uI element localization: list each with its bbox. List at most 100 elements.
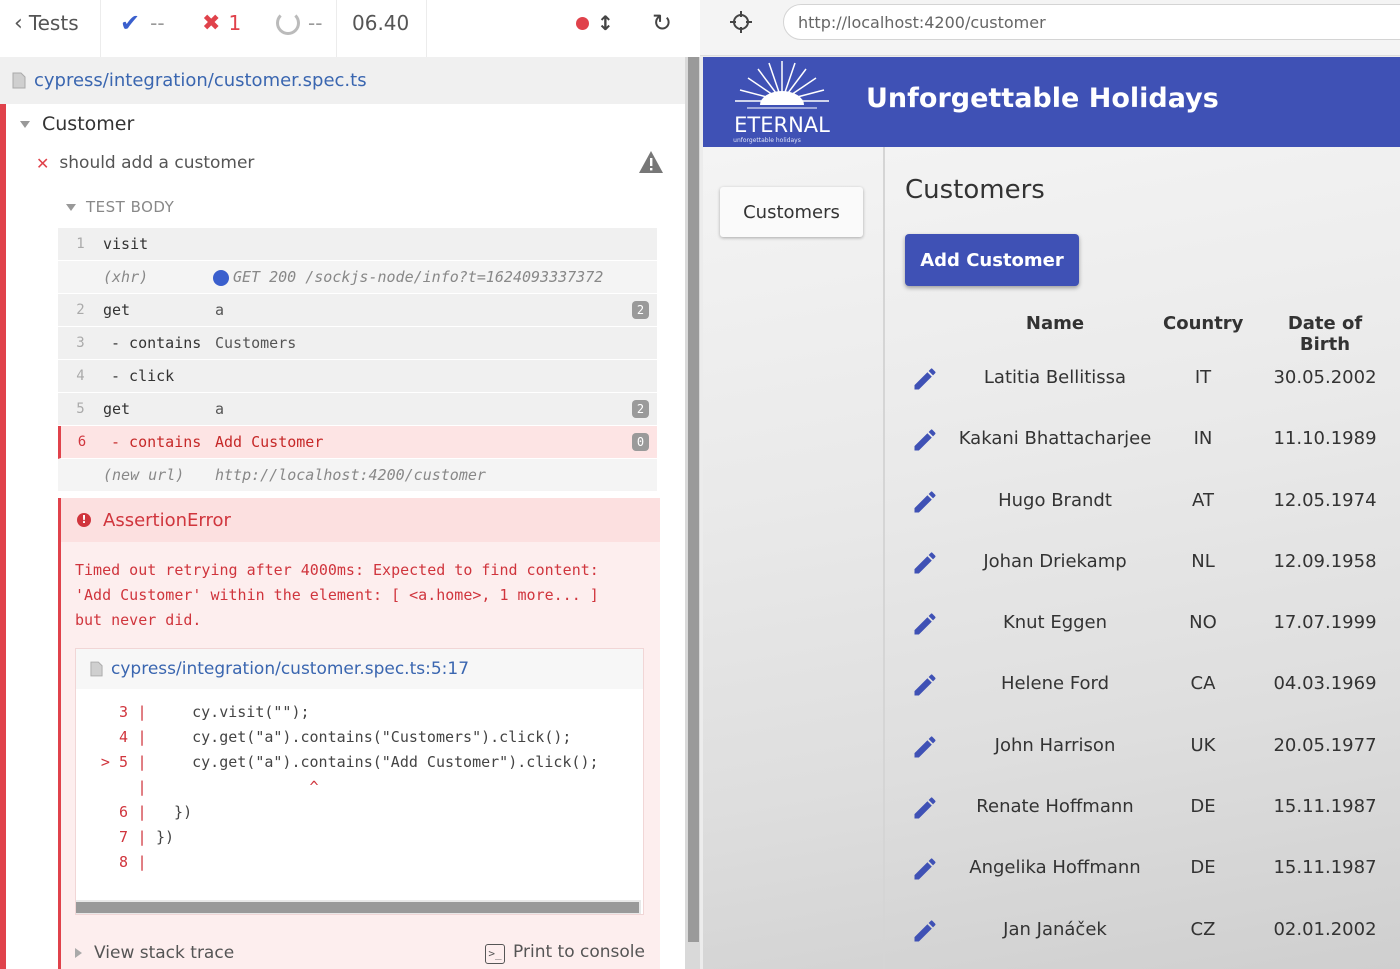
code-line: 8 | <box>118 853 147 871</box>
app-body: Customers Customers Add Customer Name Co… <box>703 147 1400 969</box>
code-line: 6 | }) <box>118 803 193 821</box>
element-count-badge: 0 <box>632 433 649 451</box>
reporter-scrollbar-thumb[interactable] <box>688 57 699 942</box>
edit-pencil-icon[interactable] <box>911 671 939 699</box>
element-count-badge: 2 <box>632 400 649 418</box>
command-row[interactable]: 2 get a 2 <box>58 294 657 327</box>
customer-name: John Harrison <box>994 734 1116 756</box>
header-country: Country <box>1163 313 1244 334</box>
xhr-status-dot-icon <box>213 269 229 286</box>
stats-bar: ‹ Tests ✔ -- ✖ 1 -- 06.40 ↕ ↻ <box>0 0 700 58</box>
rerun-button[interactable]: ↻ <box>652 0 672 46</box>
code-snippet: 3 | cy.visit(""); 4 | cy.get("a").contains… <box>76 703 643 878</box>
app-title: Unforgettable Holidays <box>866 83 1219 114</box>
code-frame-scrollbar[interactable] <box>76 900 641 914</box>
code-line: | ^ <box>137 778 319 796</box>
test-reporter: ‹ Tests ✔ -- ✖ 1 -- 06.40 ↕ ↻ cypress/in… <box>0 0 700 969</box>
command-log: 1 visit (xhr) GET 200 /sockjs-node/info?… <box>58 228 657 492</box>
code-frame-file-link[interactable]: cypress/integration/customer.spec.ts:5:1… <box>76 649 643 689</box>
add-customer-button[interactable]: Add Customer <box>905 234 1079 286</box>
edit-pencil-icon[interactable] <box>911 365 939 393</box>
duration: 06.40 <box>352 11 410 35</box>
edit-pencil-icon[interactable] <box>911 733 939 761</box>
code-frame-scrollbar-thumb[interactable] <box>76 902 639 913</box>
refresh-icon: ↻ <box>652 9 673 37</box>
customer-dob: 15.11.1987 <box>1273 857 1377 879</box>
table-row: Renate Hoffmann DE 15.11.1987 <box>905 776 1400 837</box>
customer-name: Hugo Brandt <box>998 489 1112 511</box>
customer-country: UK <box>1190 734 1216 756</box>
error-circle-icon: ! <box>77 513 91 527</box>
customer-country: AT <box>1192 489 1214 511</box>
customer-dob: 17.07.1999 <box>1273 612 1377 634</box>
edit-pencil-icon[interactable] <box>911 794 939 822</box>
customer-dob: 30.05.2002 <box>1273 367 1377 388</box>
caret-right-icon <box>75 948 82 958</box>
edit-pencil-icon[interactable] <box>911 426 939 454</box>
browser-url-bar: http://localhost:4200/customer <box>700 0 1400 56</box>
code-frame: cypress/integration/customer.spec.ts:5:1… <box>75 648 644 915</box>
page-title: Customers <box>905 175 1045 205</box>
customer-name: Johan Driekamp <box>983 550 1127 572</box>
file-icon <box>12 72 26 89</box>
table-row: Jan Janáček CZ 02.01.2002 <box>905 899 1400 960</box>
edit-pencil-icon[interactable] <box>911 610 939 638</box>
auto-scroll-toggle[interactable]: ↕ <box>576 0 614 46</box>
error-message: Timed out retrying after 4000ms: Expecte… <box>75 561 599 629</box>
command-row[interactable]: 1 visit <box>58 228 657 261</box>
side-nav: Customers <box>703 147 885 969</box>
customer-country: DE <box>1190 796 1216 818</box>
error-footer: View stack trace >_ Print to console <box>75 938 645 968</box>
view-stack-trace-toggle[interactable]: View stack trace <box>75 943 234 963</box>
warning-icon[interactable] <box>638 150 664 174</box>
failed-x-icon: ✕ <box>36 153 50 173</box>
command-row[interactable]: (xhr) GET 200 /sockjs-node/info?t=162409… <box>58 261 657 294</box>
customer-country: CA <box>1190 673 1216 695</box>
failed-indicator <box>0 104 6 969</box>
customer-dob: 11.10.1989 <box>1273 428 1377 450</box>
customer-dob: 15.11.1987 <box>1273 796 1377 818</box>
customer-country: IN <box>1193 428 1213 450</box>
check-icon: ✔ <box>120 9 141 37</box>
customer-name: Helene Ford <box>1000 673 1110 695</box>
customer-name: Renate Hoffmann <box>976 796 1134 818</box>
command-row[interactable]: 3 - contains Customers <box>58 327 657 360</box>
x-icon: ✖ <box>202 10 221 36</box>
customer-dob: 20.05.1977 <box>1273 734 1377 756</box>
command-row[interactable]: 5 get a 2 <box>58 393 657 426</box>
eternal-logo: ETERNAL unforgettable holidays <box>733 61 830 144</box>
edit-pencil-icon[interactable] <box>911 488 939 516</box>
passed-count: ✔ -- <box>120 9 165 37</box>
selector-playground-icon[interactable] <box>729 10 753 34</box>
code-line: 3 | cy.visit(""); <box>118 703 310 721</box>
app-preview: http://localhost:4200/customer ETERNAL u… <box>700 0 1400 969</box>
test-row[interactable]: ✕ should add a customer <box>36 150 664 176</box>
edit-pencil-icon[interactable] <box>911 855 939 883</box>
spec-file-link[interactable]: cypress/integration/customer.spec.ts <box>34 70 367 91</box>
suite-row[interactable]: Customer <box>20 112 134 136</box>
nav-customers-link[interactable]: Customers <box>720 187 863 237</box>
table-row: Latitia Bellitissa IT 30.05.2002 <box>905 347 1400 408</box>
table-header: Name Country Date of Birth <box>905 307 1400 355</box>
table-row: Angelika Hoffmann DE 15.11.1987 <box>905 837 1400 898</box>
error-header: ! AssertionError <box>61 498 660 542</box>
command-row[interactable]: 4 - click <box>58 360 657 393</box>
spec-file-bar: cypress/integration/customer.spec.ts <box>0 57 685 105</box>
error-panel: ! AssertionError Timed out retrying afte… <box>58 498 660 969</box>
back-label: Tests <box>28 11 79 35</box>
customer-country: DE <box>1190 857 1216 879</box>
test-body-header[interactable]: TEST BODY <box>66 198 174 216</box>
customer-country: IT <box>1194 367 1212 388</box>
terminal-icon: >_ <box>485 944 506 964</box>
header-name: Name <box>1025 313 1085 334</box>
edit-pencil-icon[interactable] <box>911 549 939 577</box>
back-to-tests-button[interactable]: ‹ Tests <box>14 0 79 46</box>
url-field[interactable]: http://localhost:4200/customer <box>783 4 1400 40</box>
command-row-failed[interactable]: 6 - contains Add Customer 0 <box>58 426 657 459</box>
record-dot-icon <box>576 16 589 30</box>
edit-pencil-icon[interactable] <box>911 917 939 945</box>
print-to-console-button[interactable]: >_ Print to console <box>485 942 645 964</box>
command-row[interactable]: (new url) http://localhost:4200/customer <box>58 459 657 492</box>
code-line: 4 | cy.get("a").contains("Customers").cli… <box>118 728 572 746</box>
customer-name: Knut Eggen <box>1002 612 1108 634</box>
